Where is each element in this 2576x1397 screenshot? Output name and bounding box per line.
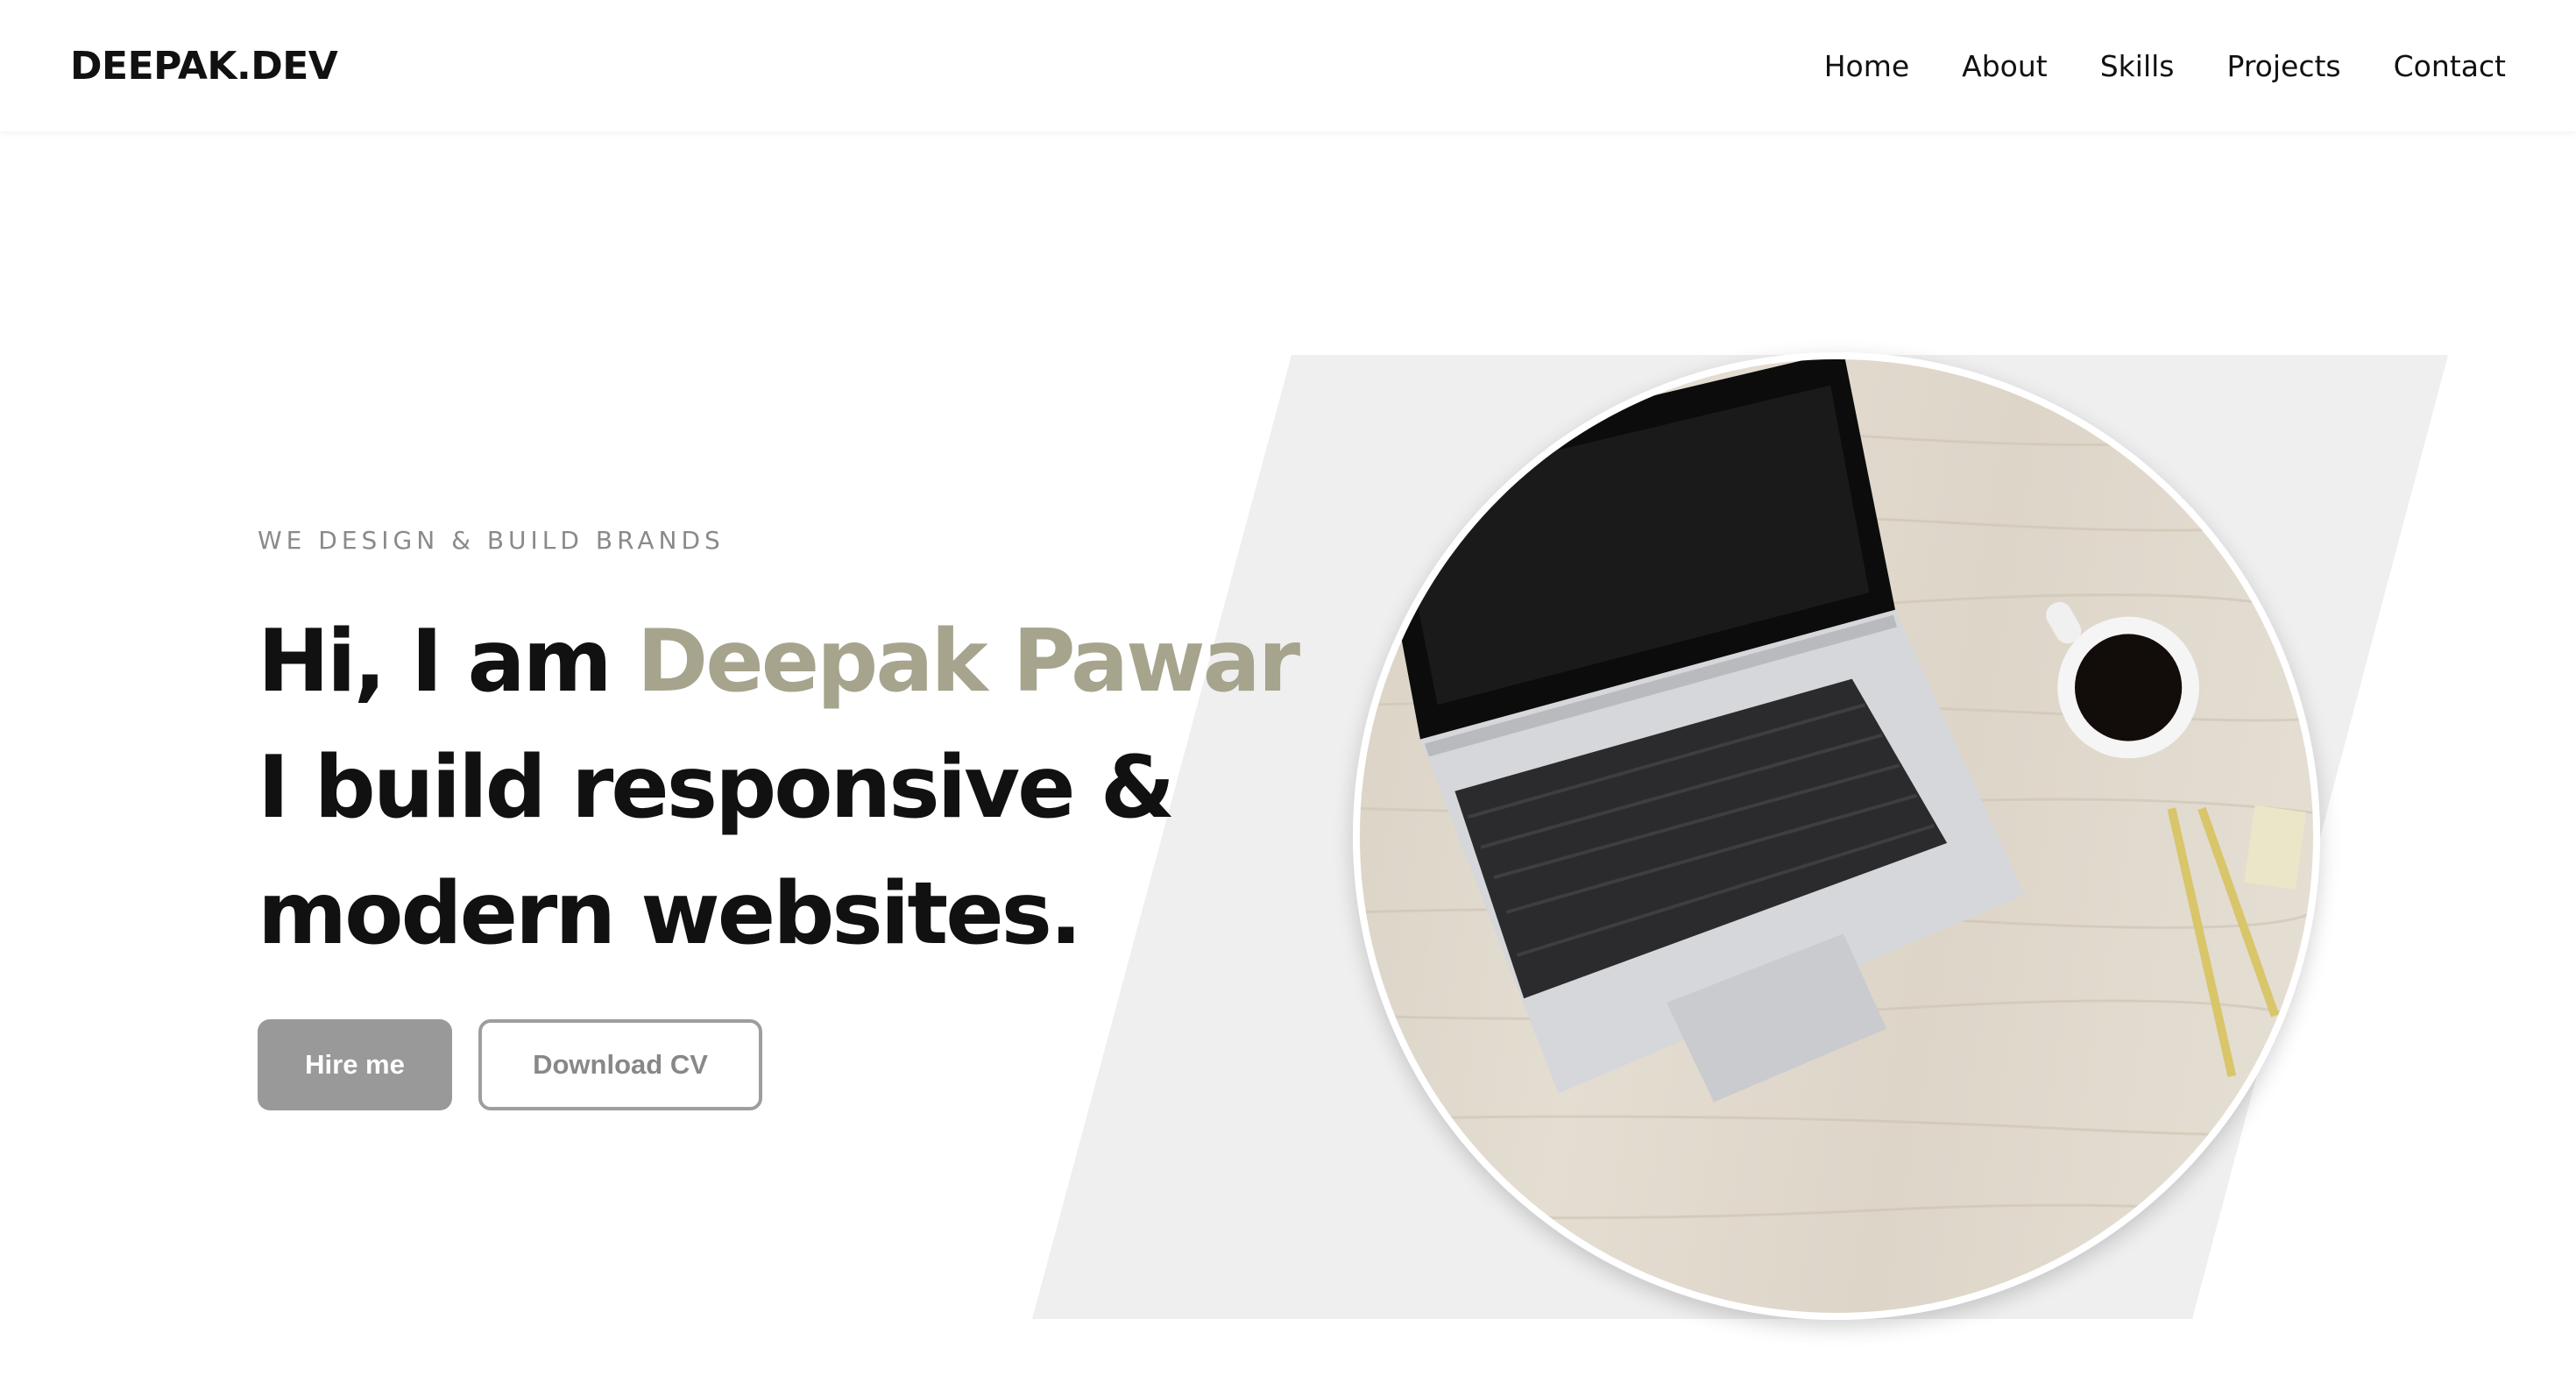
site-logo[interactable]: DEEPAK.DEV — [70, 44, 338, 89]
download-cv-button[interactable]: Download CV — [478, 1019, 762, 1110]
hero-eyebrow: WE DESIGN & BUILD BRANDS — [258, 526, 725, 555]
nav-link-projects[interactable]: Projects — [2227, 49, 2341, 83]
navbar: DEEPAK.DEV Home About Skills Projects Co… — [0, 0, 2576, 131]
hero-buttons: Hire me Download CV — [258, 1019, 1309, 1110]
nav-link-skills[interactable]: Skills — [2100, 49, 2175, 83]
hero-headline: Hi, I am Deepak Pawar I build responsive… — [258, 599, 1309, 977]
nav-link-home[interactable]: Home — [1824, 49, 1909, 83]
headline-name: Deepak Pawar — [636, 612, 1300, 712]
headline-greeting: Hi, I am — [258, 612, 637, 712]
hero-section: WE DESIGN & BUILD BRANDS Hi, I am Deepak… — [258, 526, 1309, 1110]
laptop-desk-photo-icon — [1360, 359, 2313, 1221]
hire-me-button[interactable]: Hire me — [258, 1019, 452, 1110]
nav-link-about[interactable]: About — [1962, 49, 2048, 83]
headline-line-3: modern websites. — [258, 864, 1082, 964]
headline-line-1: Hi, I am Deepak Pawar — [258, 599, 1309, 725]
nav-link-contact[interactable]: Contact — [2394, 49, 2506, 83]
hero-photo — [1353, 352, 2320, 1320]
nav-links: Home About Skills Projects Contact — [1824, 49, 2506, 83]
headline-line-2: I build responsive & — [258, 738, 1175, 838]
